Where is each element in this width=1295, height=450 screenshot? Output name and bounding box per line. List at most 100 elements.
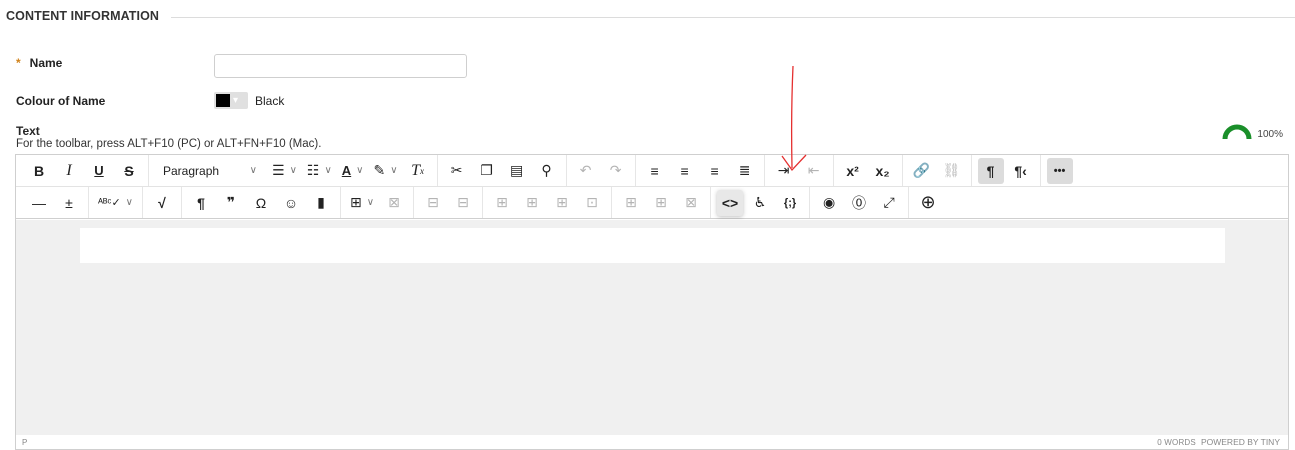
blockquote-button[interactable]: ❞ — [218, 190, 244, 216]
emoji-button[interactable]: ☺ — [278, 190, 304, 216]
insert-col-before-button[interactable]: ⊞ — [618, 190, 644, 216]
colour-picker[interactable]: ▾ Black — [214, 92, 284, 109]
delete-row-button[interactable]: ⊞ — [549, 190, 575, 216]
table-cell-group: ⊞ ⊞ ⊞ ⊡ — [487, 187, 613, 218]
insert-col-after-button[interactable]: ⊞ — [648, 190, 674, 216]
pilcrow-icon: ¶ — [197, 194, 205, 211]
insert-button[interactable]: ⊕ — [915, 190, 941, 216]
help-button[interactable]: ⓪ — [846, 190, 872, 216]
search-icon: ⚲ — [541, 162, 552, 178]
horizontal-rule-button[interactable]: — — [26, 190, 52, 216]
ltr-button[interactable]: ¶ — [977, 157, 1004, 184]
find-button[interactable]: ⚲ — [534, 158, 560, 184]
pilcrow-button[interactable]: ¶ — [188, 190, 214, 216]
preview-button[interactable]: ◉ — [816, 190, 842, 216]
numbered-list-icon: ☷ — [306, 162, 320, 178]
indent-button[interactable]: ⇥ — [771, 158, 797, 184]
toolbar-row-2: — ± ᴬᴮᶜ✓∨ √ ¶ ❞ Ω ☺ ▮ ⊞∨ ⊠ ⊟ ⊟ ⊞ ⊞ ⊞ ⊡ — [16, 187, 1288, 219]
editor-canvas[interactable] — [16, 220, 1288, 435]
progress-percent: 100% — [1257, 128, 1283, 140]
insert-row-before-button[interactable]: ⊞ — [489, 190, 515, 216]
required-marker: * — [16, 56, 21, 70]
copy-button[interactable]: ❐ — [474, 158, 500, 184]
powered-by-link[interactable]: POWERED BY TINY — [1201, 437, 1280, 447]
paste-button[interactable]: ▤ — [504, 158, 530, 184]
text-label: Text — [16, 124, 40, 138]
strikethrough-button[interactable]: S — [116, 158, 142, 184]
table-button[interactable]: ⊞ ∨ — [347, 190, 377, 216]
section-divider — [171, 16, 1295, 18]
delete-row-icon: ⊞ — [556, 194, 568, 210]
text-color-button[interactable]: A ∨ — [339, 158, 367, 184]
superscript-button[interactable]: x² — [840, 158, 866, 184]
merge-icon: ⊡ — [586, 194, 598, 210]
editor-body[interactable] — [80, 228, 1225, 263]
table-delete-button[interactable]: ⊠ — [381, 190, 407, 216]
cut-button[interactable]: ✂ — [444, 158, 470, 184]
special-char-button[interactable]: Ω — [248, 190, 274, 216]
link-group: 🔗 ⛓ — [907, 155, 972, 186]
align-left-button[interactable]: ≡ — [642, 158, 668, 184]
bookmark-button[interactable]: ▮ — [308, 190, 334, 216]
bullet-list-button[interactable]: ☰ ∨ — [269, 158, 300, 184]
sqrt-icon: √ — [158, 194, 166, 211]
undo-icon: ↶ — [579, 162, 592, 178]
element-path[interactable]: P — [22, 438, 27, 447]
delete-col-button[interactable]: ⊠ — [678, 190, 704, 216]
spellcheck-button[interactable]: ᴬᴮᶜ✓ ∨ — [95, 190, 136, 216]
block-format-select[interactable]: Paragraph ∨ — [155, 158, 265, 184]
plus-circle-icon: ⊕ — [920, 192, 936, 212]
redo-icon: ↷ — [609, 162, 622, 178]
name-label: Name — [29, 56, 63, 70]
table-row-props-button[interactable]: ⊟ — [420, 190, 446, 216]
block-group: Paragraph ∨ ☰ ∨ ☷ ∨ A ∨ ✎ ∨ Tx — [153, 155, 438, 186]
align-center-button[interactable]: ≡ — [672, 158, 698, 184]
outdent-button[interactable]: ⇤ — [801, 158, 827, 184]
indent-icon: ⇥ — [777, 162, 790, 178]
table-delete-icon: ⊠ — [388, 194, 400, 210]
fullscreen-button[interactable]: ⤢ — [876, 190, 902, 216]
unlink-button[interactable]: ⛓ — [939, 158, 965, 184]
chevron-down-icon: ∨ — [356, 165, 364, 176]
name-label-row: * Name — [16, 56, 62, 70]
clear-format-button[interactable]: Tx — [405, 158, 431, 184]
justify-button[interactable]: ≣ — [732, 158, 758, 184]
redo-button[interactable]: ↷ — [603, 158, 629, 184]
table-row-group: ⊟ ⊟ — [418, 187, 484, 218]
math-group: √ — [147, 187, 182, 218]
chevron-down-icon: ∨ — [390, 165, 398, 176]
colour-label: Colour of Name — [16, 94, 106, 108]
highlight-button[interactable]: ✎ ∨ — [371, 158, 401, 184]
section-title: CONTENT INFORMATION — [6, 9, 160, 23]
numbered-list-button[interactable]: ☷ ∨ — [304, 158, 335, 184]
word-count[interactable]: 0 WORDS — [1157, 438, 1196, 447]
table-cell-props-button[interactable]: ⊟ — [450, 190, 476, 216]
underline-button[interactable]: U — [86, 158, 112, 184]
template-button[interactable]: {;} — [777, 190, 803, 216]
colour-value: Black — [255, 93, 285, 108]
align-group: ≡ ≡ ≡ ≣ — [640, 155, 765, 186]
more-button[interactable]: ••• — [1046, 157, 1073, 184]
name-input[interactable] — [214, 54, 467, 78]
colour-swatch-button[interactable]: ▾ — [214, 92, 248, 109]
nonbreaking-space-button[interactable]: ± — [56, 190, 82, 216]
accessibility-button[interactable]: ♿ — [747, 190, 773, 216]
eye-icon: ◉ — [822, 194, 836, 210]
bold-button[interactable]: B — [26, 158, 52, 184]
rtl-button[interactable]: ¶‹ — [1008, 158, 1034, 184]
link-button[interactable]: 🔗 — [909, 158, 935, 184]
highlight-icon: ✎ — [373, 162, 386, 178]
subscript-button[interactable]: x₂ — [870, 158, 896, 184]
merge-cells-button[interactable]: ⊡ — [579, 190, 605, 216]
spellcheck-group: ᴬᴮᶜ✓ ∨ — [93, 187, 143, 218]
italic-button[interactable]: I — [56, 158, 82, 184]
chevron-down-icon: ▾ — [233, 95, 239, 106]
source-code-button[interactable]: <> — [717, 189, 744, 216]
math-button[interactable]: √ — [149, 190, 175, 216]
insert-row-after-button[interactable]: ⊞ — [519, 190, 545, 216]
table-cell-icon: ⊟ — [457, 194, 469, 210]
undo-button[interactable]: ↶ — [573, 158, 599, 184]
align-right-button[interactable]: ≡ — [702, 158, 728, 184]
toolbar-row-1: B I U S Paragraph ∨ ☰ ∨ ☷ ∨ A ∨ ✎ ∨ Tx ✂ ❐ ▤… — [16, 155, 1288, 187]
symbol-group: ¶ ❞ Ω ☺ ▮ — [186, 187, 341, 218]
